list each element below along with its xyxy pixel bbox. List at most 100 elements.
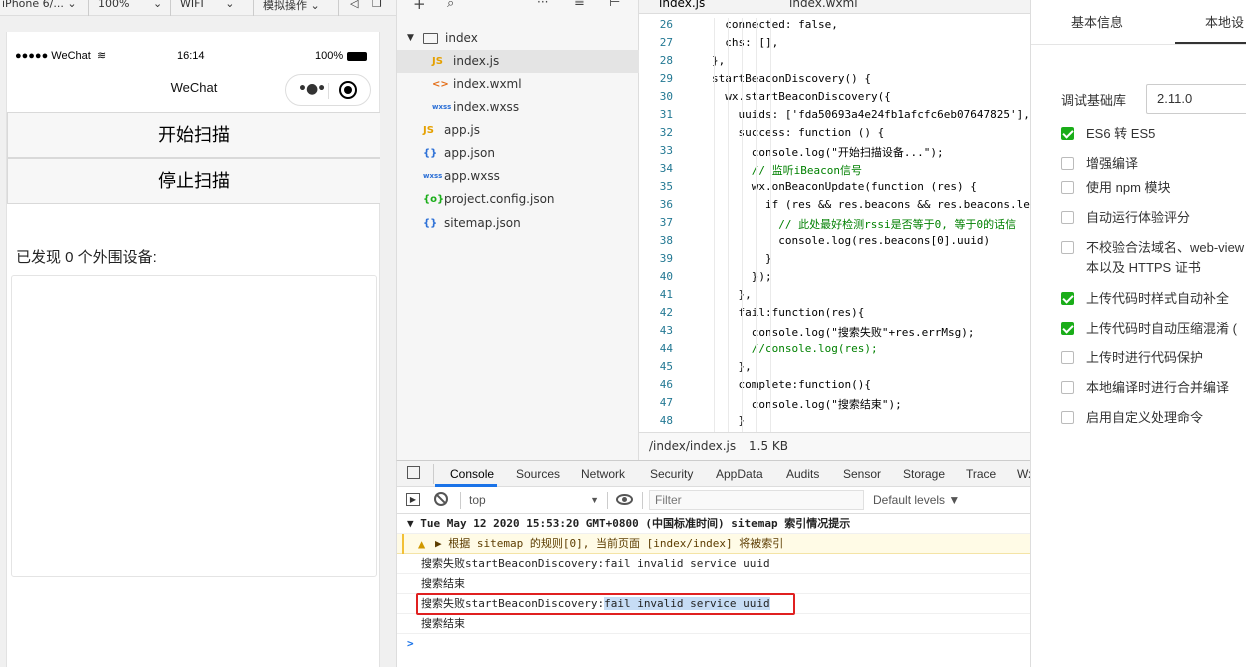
- line-number: 37: [659, 216, 673, 229]
- tab-security[interactable]: Security: [650, 467, 693, 481]
- code-line: },: [712, 360, 752, 373]
- tab-sources[interactable]: Sources: [516, 467, 560, 481]
- stop-scan-button[interactable]: 停止扫描: [7, 158, 381, 204]
- indent-guide: [714, 18, 715, 432]
- more-icon[interactable]: •●•: [298, 81, 326, 97]
- clear-console-icon[interactable]: [434, 492, 448, 506]
- log-text: 搜索结束: [421, 577, 465, 590]
- collapse-icon[interactable]: ≡: [574, 0, 585, 10]
- inspect-icon[interactable]: [407, 466, 420, 479]
- checkbox-icon[interactable]: [1061, 351, 1074, 364]
- window-icon[interactable]: ❐: [372, 0, 382, 10]
- more-icon[interactable]: ···: [537, 0, 548, 9]
- option-label: 上传代码时样式自动补全: [1086, 291, 1230, 306]
- close-miniprogram-icon[interactable]: [339, 81, 357, 99]
- simulate-select[interactable]: 模拟操作 ⌄: [263, 0, 320, 13]
- log-entry[interactable]: 搜索结束: [397, 614, 1031, 634]
- tab-local-settings[interactable]: 本地设: [1205, 12, 1244, 31]
- log-entry[interactable]: 搜索失败startBeaconDiscovery:fail invalid se…: [397, 554, 1031, 574]
- tab-appdata[interactable]: AppData: [716, 467, 763, 481]
- start-scan-button[interactable]: 开始扫描: [7, 112, 381, 158]
- file-item[interactable]: {o} project.config.json: [397, 188, 639, 211]
- highlight-box: [416, 593, 795, 615]
- tab-audits[interactable]: Audits: [786, 467, 819, 481]
- option-label: ES6 转 ES5: [1086, 126, 1156, 141]
- tab-console[interactable]: Console: [450, 467, 494, 481]
- tab-index-js[interactable]: index.js: [659, 0, 705, 10]
- code-area[interactable]: connected: false, chs: [],}, startBeaconD…: [712, 18, 1030, 432]
- warning-bar: [402, 534, 404, 554]
- console-prompt[interactable]: >: [397, 634, 1031, 654]
- console-toolbar: ▶ top▼ Default levels ▼: [397, 487, 1031, 514]
- checkbox-icon[interactable]: [1061, 211, 1074, 224]
- device-select[interactable]: iPhone 6/... ⌄: [2, 0, 77, 10]
- option-label: 使用 npm 模块: [1086, 180, 1171, 195]
- tab-storage[interactable]: Storage: [903, 467, 945, 481]
- line-number: 44: [659, 342, 673, 355]
- log-levels-select[interactable]: Default levels ▼: [873, 493, 960, 507]
- file-item[interactable]: wxss app.wxss: [397, 165, 639, 188]
- console-filter-input[interactable]: [649, 490, 864, 510]
- sidebar-toggle-icon[interactable]: ▶: [406, 493, 420, 506]
- code-editor: index.js index.wxml 26 27 28 29 30 31 32 33 34 35…: [639, 0, 1030, 460]
- line-number: 42: [659, 306, 673, 319]
- checkbox-icon[interactable]: [1061, 381, 1074, 394]
- network-select[interactable]: WIFI ⌄: [180, 0, 234, 10]
- checkbox-icon[interactable]: [1061, 241, 1074, 254]
- code-line: fail:function(res){: [712, 306, 865, 319]
- checkbox-icon[interactable]: [1061, 181, 1074, 194]
- devtools-panel: Console Sources Network Security AppData Audi…: [396, 460, 1034, 667]
- line-number: 31: [659, 108, 673, 121]
- divider: [642, 492, 643, 509]
- file-item[interactable]: {} app.json: [397, 142, 639, 165]
- file-item[interactable]: JS index.js: [397, 50, 639, 73]
- option-label: 启用自定义处理命令: [1086, 410, 1204, 425]
- log-warning[interactable]: ▲ ▶ 根据 sitemap 的规则[0], 当前页面 [index/index…: [397, 534, 1031, 554]
- divider: [433, 464, 434, 484]
- checkbox-checked-icon[interactable]: [1061, 292, 1074, 305]
- checkbox-icon[interactable]: [1061, 411, 1074, 424]
- file-name: app.json: [444, 146, 495, 160]
- tab-network[interactable]: Network: [581, 467, 625, 481]
- simulator-margin: [380, 16, 396, 667]
- log-entry[interactable]: 搜索结束: [397, 574, 1031, 594]
- base-lib-select[interactable]: 2.11.0: [1146, 84, 1246, 114]
- divider: [170, 0, 171, 16]
- code-line: success: function () {: [712, 126, 885, 139]
- tab-trace[interactable]: Trace: [966, 467, 996, 481]
- divider: [460, 492, 461, 509]
- folder-index[interactable]: ▼ index: [397, 27, 639, 50]
- volume-icon[interactable]: ◁: [350, 0, 358, 10]
- checkbox-checked-icon[interactable]: [1061, 127, 1074, 140]
- checkbox-checked-icon[interactable]: [1061, 322, 1074, 335]
- zoom-select[interactable]: 100% ⌄: [98, 0, 162, 10]
- divider: [607, 492, 608, 509]
- code-line: startBeaconDiscovery() {: [712, 72, 871, 85]
- file-name: app.js: [444, 123, 480, 137]
- file-item[interactable]: JS app.js: [397, 119, 639, 142]
- search-icon[interactable]: ⌕: [447, 0, 454, 11]
- add-file-icon[interactable]: +: [413, 0, 426, 13]
- divider: [88, 0, 89, 16]
- line-number: 38: [659, 234, 673, 247]
- eye-icon[interactable]: [616, 494, 633, 505]
- file-item[interactable]: wxss index.wxss: [397, 96, 639, 119]
- log-entry-highlighted[interactable]: 搜索失败startBeaconDiscovery:fail invalid se…: [397, 593, 1031, 615]
- editor-status-bar: /index/index.js 1.5 KB: [639, 432, 1030, 460]
- file-type-icon: {o}: [423, 194, 445, 205]
- file-item[interactable]: <> index.wxml: [397, 73, 639, 96]
- capsule-menu[interactable]: •●•: [285, 74, 371, 106]
- line-number: 39: [659, 252, 673, 265]
- tab-sensor[interactable]: Sensor: [843, 467, 881, 481]
- indent-guide: [756, 18, 757, 432]
- wifi-icon: ≋: [97, 50, 107, 62]
- device-toolbar: iPhone 6/... ⌄ 100% ⌄ WIFI ⌄ 模拟操作 ⌄ ◁ ❐: [0, 0, 396, 16]
- context-select[interactable]: top ▼: [469, 493, 599, 507]
- checkbox-icon[interactable]: [1061, 157, 1074, 170]
- split-icon[interactable]: ⊢: [609, 0, 620, 10]
- tab-basic-info[interactable]: 基本信息: [1071, 12, 1123, 31]
- tab-index-wxml[interactable]: index.wxml: [789, 0, 858, 10]
- code-line: // 此处最好检测rssi是否等于0, 等于0的话信: [712, 218, 1017, 231]
- file-item[interactable]: {} sitemap.json: [397, 212, 639, 235]
- log-group-header[interactable]: ▼ Tue May 12 2020 15:53:20 GMT+0800 (中国标…: [397, 514, 1031, 534]
